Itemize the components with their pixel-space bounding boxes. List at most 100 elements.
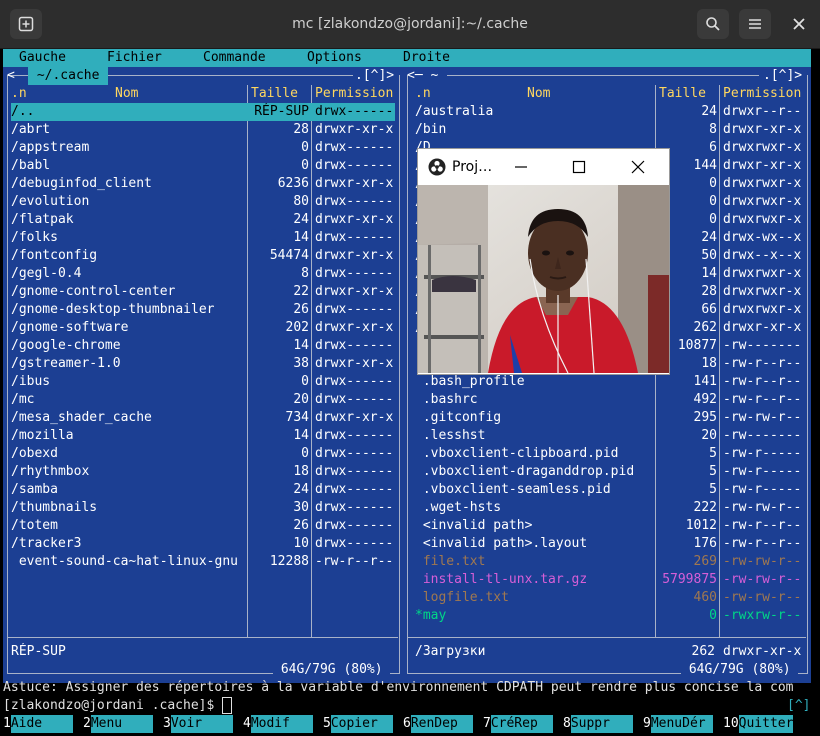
- right-file-row[interactable]: .wget-hsts 222 -rw-rw-r--: [415, 499, 807, 517]
- right-file-row[interactable]: .vboxclient-seamless.pid 5 -rw-r-----: [415, 481, 807, 499]
- close-icon[interactable]: [631, 160, 645, 174]
- file-perm: drwx------: [315, 392, 394, 407]
- maximize-icon[interactable]: [572, 160, 586, 174]
- file-perm: drwxrwxr-x: [723, 176, 802, 191]
- left-file-row[interactable]: /rhythmbox 18 drwx------: [11, 463, 395, 481]
- left-panel-corner[interactable]: .[^]>: [355, 67, 394, 85]
- right-file-row[interactable]: <invalid path> 1012 -rw-r--r--: [415, 517, 807, 535]
- fkey-number: 2: [83, 716, 91, 731]
- command-prompt[interactable]: [zlakondzo@jordani .cache]$: [3, 697, 233, 715]
- webcam-image: [418, 185, 669, 373]
- right-file-row[interactable]: logfile.txt 460 -rw-rw-r--: [415, 589, 807, 607]
- right-file-row[interactable]: <invalid path>.layout 176 -rw-r--r--: [415, 535, 807, 553]
- left-file-row[interactable]: /appstream 0 drwx------: [11, 139, 395, 157]
- left-file-row[interactable]: /gnome-desktop-thumbnailer 26 drwx------: [11, 301, 395, 319]
- left-file-row[interactable]: /folks 14 drwx------: [11, 229, 395, 247]
- right-file-row[interactable]: .bash_profile 141 -rw-r--r--: [415, 373, 807, 391]
- prompt-corner[interactable]: [^]: [787, 697, 810, 715]
- fkey-6[interactable]: 6RenDep: [403, 715, 473, 733]
- right-col-perm[interactable]: Permission: [723, 85, 801, 103]
- right-sort-indicator[interactable]: .n: [415, 85, 431, 103]
- menu-droite[interactable]: Droite: [403, 49, 450, 67]
- menu-commande[interactable]: Commande: [203, 49, 266, 67]
- hamburger-menu-button[interactable]: [739, 9, 771, 39]
- right-col-size[interactable]: Taille: [659, 85, 706, 103]
- left-file-row[interactable]: /obexd 0 drwx------: [11, 445, 395, 463]
- terminal-area[interactable]: Gauche Fichier Commande Options Droite <…: [3, 49, 820, 736]
- fkey-9[interactable]: 9MenuDér: [643, 715, 713, 733]
- left-file-row[interactable]: /mc 20 drwx------: [11, 391, 395, 409]
- right-file-row[interactable]: .bashrc 492 -rw-r--r--: [415, 391, 807, 409]
- search-button[interactable]: [697, 9, 729, 39]
- file-size: 14: [293, 428, 309, 443]
- right-panel-corner[interactable]: .[^]>: [763, 67, 802, 85]
- fkey-1[interactable]: 1Aide: [3, 715, 73, 733]
- menu-fichier[interactable]: Fichier: [107, 49, 162, 67]
- left-col-perm[interactable]: Permission: [315, 85, 393, 103]
- right-file-row[interactable]: /australia 24 drwxr--r--: [415, 103, 807, 121]
- left-file-row[interactable]: /abrt 28 drwxr-xr-x: [11, 121, 395, 139]
- menu-gauche[interactable]: Gauche: [19, 49, 66, 67]
- left-file-row[interactable]: /mozilla 14 drwx------: [11, 427, 395, 445]
- left-file-row[interactable]: /flatpak 24 drwxr-xr-x: [11, 211, 395, 229]
- left-file-row[interactable]: event-sound-ca~hat-linux-gnu 12288 -rw-r--…: [11, 553, 395, 571]
- fkey-10[interactable]: 10Quitter: [723, 715, 793, 733]
- right-file-row[interactable]: /bin 8 drwxr-xr-x: [415, 121, 807, 139]
- file-perm: drwx------: [315, 446, 394, 461]
- right-file-row[interactable]: install-tl-unx.tar.gz 5799875 -rw-rw-r--: [415, 571, 807, 589]
- right-file-row[interactable]: *may 0 -rwxrw-r--: [415, 607, 807, 625]
- fkey-8[interactable]: 8Suppr: [563, 715, 633, 733]
- left-file-row[interactable]: /mesa_shader_cache 734 drwxr-xr-x: [11, 409, 395, 427]
- left-file-row[interactable]: /tracker3 10 drwx------: [11, 535, 395, 553]
- file-perm: drwxrwxr-x: [723, 140, 802, 155]
- left-file-row[interactable]: /evolution 80 drwx------: [11, 193, 395, 211]
- camera-window-titlebar[interactable]: Proj…: [418, 149, 669, 185]
- menu-options[interactable]: Options: [307, 49, 362, 67]
- minimize-icon[interactable]: [514, 160, 528, 174]
- fkey-2[interactable]: 2Menu: [83, 715, 153, 733]
- fkey-4[interactable]: 4Modif: [243, 715, 313, 733]
- left-file-row[interactable]: /babl 0 drwx------: [11, 157, 395, 175]
- file-perm: drwxrwxr-x: [723, 284, 802, 299]
- right-panel-path[interactable]: <─ ~: [407, 67, 446, 85]
- left-disk-usage: 64G/79G (80%): [273, 661, 391, 679]
- right-file-row[interactable]: .vboxclient-draganddrop.pid 5 -rw-r-----: [415, 463, 807, 481]
- fkey-number: 1: [3, 716, 11, 731]
- close-window-button[interactable]: [784, 9, 814, 39]
- right-file-row[interactable]: .lesshst 20 -rw-------: [415, 427, 807, 445]
- file-size: 0: [301, 158, 309, 173]
- fkey-label: RenDep: [410, 715, 473, 733]
- file-perm: drwx------: [315, 428, 394, 443]
- file-perm: drwx------: [315, 374, 394, 389]
- left-file-row[interactable]: /gstreamer-1.0 38 drwxr-xr-x: [11, 355, 395, 373]
- file-size: 54474: [269, 248, 309, 263]
- fkey-7[interactable]: 7CréRep: [483, 715, 553, 733]
- right-file-row[interactable]: .gitconfig 295 -rw-rw-r--: [415, 409, 807, 427]
- left-panel-path[interactable]: ~/.cache: [28, 67, 109, 85]
- camera-preview-window[interactable]: Proj…: [417, 148, 670, 375]
- right-file-row[interactable]: .vboxclient-clipboard.pid 5 -rw-r-----: [415, 445, 807, 463]
- left-col-size[interactable]: Taille: [251, 85, 298, 103]
- left-col-name[interactable]: Nom: [115, 85, 138, 103]
- right-col-name[interactable]: Nom: [527, 85, 550, 103]
- right-file-row[interactable]: file.txt 269 -rw-rw-r--: [415, 553, 807, 571]
- left-file-row[interactable]: /.. RÉP-SUP drwx------: [11, 103, 395, 121]
- left-file-row[interactable]: /samba 24 drwx------: [11, 481, 395, 499]
- left-file-row[interactable]: /gegl-0.4 8 drwx------: [11, 265, 395, 283]
- file-perm: -rw-------: [723, 428, 802, 443]
- left-file-row[interactable]: /google-chrome 14 drwx------: [11, 337, 395, 355]
- left-file-row[interactable]: /thumbnails 30 drwx------: [11, 499, 395, 517]
- left-sort-indicator[interactable]: .n: [11, 85, 27, 103]
- left-panel[interactable]: < ~/.cache .[^]> .n Nom Taille Permissio…: [3, 67, 403, 683]
- fkey-3[interactable]: 3Voir: [163, 715, 233, 733]
- left-file-row[interactable]: /fontconfig 54474 drwxr-xr-x: [11, 247, 395, 265]
- left-file-row[interactable]: /debuginfod_client 6236 drwxr-xr-x: [11, 175, 395, 193]
- left-file-row[interactable]: /ibus 0 drwx------: [11, 373, 395, 391]
- file-perm: drwxr-xr-x: [315, 248, 394, 263]
- left-file-row[interactable]: /totem 26 drwx------: [11, 517, 395, 535]
- left-file-row[interactable]: /gnome-software 202 drwxr-xr-x: [11, 319, 395, 337]
- file-perm: drwxrwxr-x: [723, 212, 802, 227]
- fkey-5[interactable]: 5Copier: [323, 715, 393, 733]
- file-size: 5: [709, 464, 717, 479]
- left-file-row[interactable]: /gnome-control-center 22 drwxr-xr-x: [11, 283, 395, 301]
